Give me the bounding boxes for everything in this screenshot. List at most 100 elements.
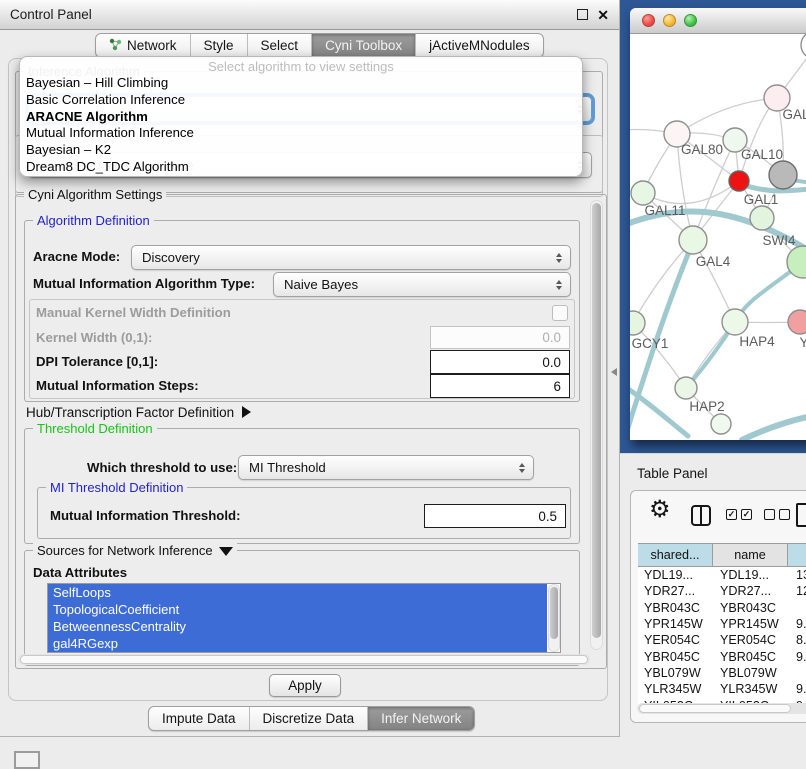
table-cell: 12 <box>790 583 806 599</box>
network-canvas[interactable]: GALGAL80GAL10GAL1GAL11SWI4GAL4GCY1HAP4YH… <box>630 34 806 440</box>
minimize-traffic-light[interactable] <box>663 14 676 27</box>
table-row[interactable]: YDL19...YDL19...13 <box>638 567 806 583</box>
data-attributes-list[interactable]: SelfLoopsTopologicalCoefficientBetweenne… <box>47 583 561 653</box>
control-panel-titlebar: Control Panel ✕ <box>0 0 619 30</box>
which-threshold-combo[interactable]: MI Threshold <box>238 455 534 480</box>
settings-hscrollbar[interactable] <box>18 654 590 665</box>
table-cell: YBL079W <box>714 665 790 681</box>
tab-select[interactable]: Select <box>248 34 313 57</box>
mi-type-combo[interactable]: Naive Bayes <box>273 272 571 297</box>
network-node-gcy1[interactable] <box>630 311 645 335</box>
dropdown-item[interactable]: Basic Correlation Inference <box>20 92 582 109</box>
table-header-row: shared...name <box>638 543 806 567</box>
minimized-panel-icon[interactable] <box>14 751 40 769</box>
network-node-label: SWI4 <box>762 233 795 248</box>
settings-group-title: Cyni Algorithm Settings <box>24 187 166 202</box>
collapse-arrow-icon <box>219 547 233 556</box>
table-cell: YER054C <box>638 632 714 648</box>
network-node-partial-top[interactable] <box>801 34 806 59</box>
tab-network[interactable]: Network <box>96 34 191 57</box>
network-node-red-node[interactable] <box>729 171 749 191</box>
network-node-label: Y <box>799 335 806 350</box>
attribute-list-item[interactable]: gal4RGexp <box>48 635 547 652</box>
table-row[interactable]: YPR145WYPR145W9. <box>638 616 806 632</box>
table-row[interactable]: YLR345WYLR345W9. <box>638 681 806 697</box>
mi-threshold-field[interactable]: 0.5 <box>424 504 566 528</box>
table-cell: YLR345W <box>714 681 790 697</box>
list-scrollbar-thumb[interactable] <box>550 587 558 639</box>
network-node-hap4[interactable] <box>722 309 748 335</box>
select-all-checks-icon[interactable]: ✓✓ <box>726 509 752 520</box>
gear-icon[interactable]: ⚙ <box>649 495 671 524</box>
network-node-gal4[interactable] <box>679 226 707 254</box>
settings-vscrollbar[interactable] <box>590 200 603 650</box>
dropdown-item[interactable]: Mutual Information Inference <box>20 125 582 142</box>
network-edge <box>633 240 693 323</box>
network-node-gray-node[interactable] <box>769 161 797 189</box>
tab-impute-data[interactable]: Impute Data <box>149 707 250 730</box>
tab-cyni-toolbox[interactable]: Cyni Toolbox <box>312 34 416 57</box>
network-node-gal11[interactable] <box>631 181 655 205</box>
settings-vscrollbar-thumb[interactable] <box>592 203 601 638</box>
kernel-width-field[interactable]: 0.0 <box>430 326 570 349</box>
mi-steps-field[interactable]: 6 <box>430 374 570 398</box>
tab-infer-network[interactable]: Infer Network <box>368 707 474 730</box>
tab-style[interactable]: Style <box>191 34 248 57</box>
which-threshold-value: MI Threshold <box>249 460 326 475</box>
table-header-cell[interactable]: name <box>712 543 788 567</box>
tab-label: jActiveMNodules <box>429 38 530 53</box>
attribute-list-item[interactable]: BetweennessCentrality <box>48 618 547 635</box>
table-header-cell[interactable] <box>787 543 806 567</box>
dpi-tolerance-label: DPI Tolerance [0,1]: <box>36 354 158 369</box>
network-node-gal1[interactable] <box>750 206 774 230</box>
split-pane-collapse-icon[interactable] <box>611 368 617 376</box>
deselect-all-checks-icon[interactable] <box>764 509 790 520</box>
table-hscrollbar[interactable] <box>637 703 806 714</box>
sources-group: Sources for Network Inference Data Attri… <box>24 550 580 666</box>
network-node-label: GAL4 <box>696 254 731 269</box>
split-columns-icon[interactable] <box>691 505 711 526</box>
table-row[interactable]: YBR043CYBR043C <box>638 600 806 616</box>
attribute-list-item[interactable]: TopologicalCoefficient <box>48 601 547 618</box>
dropdown-item[interactable]: ARACNE Algorithm <box>20 109 582 126</box>
tab-discretize-data[interactable]: Discretize Data <box>250 707 369 730</box>
apply-button[interactable]: Apply <box>269 674 341 697</box>
network-window-titlebar[interactable] <box>630 8 806 34</box>
panel-title: Control Panel <box>10 7 92 22</box>
close-icon[interactable]: ✕ <box>597 8 609 22</box>
settings-hscrollbar-thumb[interactable] <box>20 655 588 664</box>
float-window-icon[interactable] <box>577 9 588 20</box>
dropdown-item[interactable]: Bayesian – K2 <box>20 142 582 159</box>
table-row[interactable]: YDR27...YDR27...12 <box>638 583 806 599</box>
document-icon[interactable] <box>796 503 806 527</box>
dropdown-item[interactable]: Dream8 DC_TDC Algorithm <box>20 159 582 176</box>
table-header-cell[interactable]: shared... <box>638 543 713 567</box>
table-panel-window: ⚙ ✓✓ shared...name YDL19...YDL19...13YDR… <box>630 490 806 723</box>
network-view-window: GALGAL80GAL10GAL1GAL11SWI4GAL4GCY1HAP4YH… <box>630 8 806 440</box>
aracne-mode-combo[interactable]: Discovery <box>131 245 571 270</box>
mi-threshold-value: 0.5 <box>538 509 557 524</box>
network-node-hap2[interactable] <box>675 377 697 399</box>
algorithm-dropdown-popup: Select algorithm to view settings Bayesi… <box>19 56 583 177</box>
table-row[interactable]: YBR045CYBR045C9. <box>638 648 806 664</box>
zoom-traffic-light[interactable] <box>684 14 697 27</box>
attribute-list-item[interactable]: SelfLoops <box>48 584 547 601</box>
dpi-tolerance-field[interactable]: 0.0 <box>430 350 570 374</box>
hub-definition-toggle[interactable]: Hub/Transcription Factor Definition <box>26 405 251 420</box>
manual-kernel-checkbox[interactable] <box>552 305 568 321</box>
network-node-salmon[interactable] <box>788 310 806 334</box>
table-cell: 9. <box>790 616 806 632</box>
dropdown-item[interactable]: Bayesian – Hill Climbing <box>20 75 582 92</box>
close-traffic-light[interactable] <box>642 14 655 27</box>
sources-group-title[interactable]: Sources for Network Inference <box>33 543 237 558</box>
screen: { "control_panel": { "title": "Control P… <box>0 0 806 762</box>
expand-arrow-icon <box>242 406 251 418</box>
table-cell: 9. <box>790 648 806 664</box>
table-row[interactable]: YBL079WYBL079W <box>638 665 806 681</box>
tab-jactivemnodules[interactable]: jActiveMNodules <box>416 34 543 57</box>
list-scrollbar[interactable] <box>548 584 560 652</box>
table-hscrollbar-thumb[interactable] <box>639 704 791 713</box>
dropdown-items: Bayesian – Hill ClimbingBasic Correlatio… <box>20 75 582 176</box>
network-node-partial-bottom[interactable] <box>711 414 731 434</box>
table-row[interactable]: YER054CYER054C8. <box>638 632 806 648</box>
